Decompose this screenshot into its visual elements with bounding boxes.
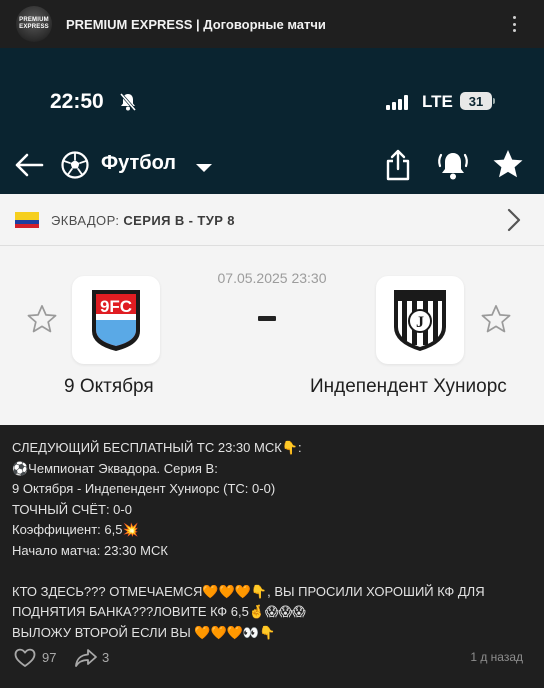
league-country: ЭКВАДОР: bbox=[51, 213, 120, 228]
back-arrow-icon[interactable] bbox=[14, 152, 44, 183]
league-name: СЕРИЯ B - ТУР 8 bbox=[123, 213, 235, 228]
post-line-3: 9 Октября - Индепендент Хуниорс (ТС: 0-0… bbox=[12, 481, 276, 496]
post-line-4: ТОЧНЫЙ СЧЁТ: 0-0 bbox=[12, 501, 132, 517]
share-count: 3 bbox=[102, 650, 110, 665]
heart-icon[interactable] bbox=[14, 648, 36, 673]
post-line-5: Коэффициент: 6,5💥 bbox=[12, 522, 139, 537]
post-header: PREMIUM EXPRESS PREMIUM EXPRESS | Догово… bbox=[0, 0, 544, 48]
app-bar: Футбол bbox=[0, 144, 544, 188]
away-team-logo[interactable]: J bbox=[376, 276, 464, 364]
avatar-text-bottom: EXPRESS bbox=[19, 24, 49, 30]
caret-down-icon[interactable] bbox=[195, 160, 213, 178]
status-time: 22:50 bbox=[50, 90, 104, 113]
favorite-home-star-icon[interactable] bbox=[27, 304, 57, 339]
ecuador-flag-icon bbox=[15, 212, 39, 228]
post-line-7: КТО ЗДЕСЬ??? ОТМЕЧАЕМСЯ🧡🧡🧡👇, ВЫ ПРОСИЛИ … bbox=[12, 583, 485, 599]
post-image[interactable]: 22:50 LTE 31 Футбол ЭКВАДОР: СЕРИЯ B - Т… bbox=[0, 48, 544, 425]
post-footer: 97 3 1 д назад bbox=[0, 644, 544, 674]
post-line-1: СЛЕДУЮЩИЙ БЕСПЛАТНЫЙ ТС 23:30 МСК👇: bbox=[12, 440, 302, 455]
favorite-away-star-icon[interactable] bbox=[481, 304, 511, 339]
post-line-9: ВЫЛОЖУ ВТОРОЙ ЕСЛИ ВЫ 🧡🧡🧡👀👇 bbox=[12, 624, 276, 640]
soccer-ball-icon bbox=[60, 150, 90, 185]
bell-off-icon bbox=[118, 92, 138, 117]
avatar-text-top: PREMIUM bbox=[19, 17, 49, 23]
channel-avatar[interactable]: PREMIUM EXPRESS bbox=[16, 6, 52, 42]
more-dots-icon[interactable] bbox=[506, 16, 522, 32]
phone-header: 22:50 LTE 31 Футбол bbox=[0, 48, 544, 194]
share-icon[interactable] bbox=[384, 148, 412, 187]
post-timestamp: 1 д назад bbox=[470, 650, 523, 664]
network-type: LTE bbox=[422, 92, 453, 111]
home-team-logo[interactable]: 9FC bbox=[72, 276, 160, 364]
score-separator bbox=[258, 316, 276, 321]
away-logo-text: J bbox=[416, 314, 424, 331]
like-count: 97 bbox=[42, 650, 57, 665]
sport-title[interactable]: Футбол bbox=[101, 152, 176, 175]
post-line-6: Начало матча: 23:30 МСК bbox=[12, 542, 168, 558]
star-icon[interactable] bbox=[492, 148, 524, 185]
away-team-name[interactable]: Индепендент Хуниорс bbox=[310, 376, 507, 398]
signal-icon bbox=[386, 94, 408, 110]
league-bar[interactable]: ЭКВАДОР: СЕРИЯ B - ТУР 8 bbox=[0, 194, 544, 246]
match-card: 07.05.2025 23:30 9FC J 9 Октября Индепен… bbox=[0, 246, 544, 425]
home-logo-text: 9FC bbox=[100, 297, 132, 316]
share-arrow-icon[interactable] bbox=[74, 648, 98, 673]
post-line-2: ⚽Чемпионат Эквадора. Серия B: bbox=[12, 460, 218, 476]
post-body: СЛЕДУЮЩИЙ БЕСПЛАТНЫЙ ТС 23:30 МСК👇: ⚽Чем… bbox=[12, 438, 532, 643]
battery-tip bbox=[493, 98, 495, 104]
channel-name[interactable]: PREMIUM EXPRESS | Договорные матчи bbox=[66, 17, 326, 32]
battery-icon: 31 bbox=[460, 92, 492, 110]
bell-icon[interactable] bbox=[436, 148, 470, 187]
league-label: ЭКВАДОР: СЕРИЯ B - ТУР 8 bbox=[51, 213, 235, 228]
status-bar: 22:50 LTE 31 bbox=[0, 48, 544, 148]
home-team-name[interactable]: 9 Октября bbox=[64, 376, 154, 398]
chevron-right-icon[interactable] bbox=[506, 208, 522, 237]
post-line-8: ПОДНЯТИЯ БАНКА???ЛОВИТЕ КФ 6,5🤞😱😱😱 bbox=[12, 604, 306, 619]
